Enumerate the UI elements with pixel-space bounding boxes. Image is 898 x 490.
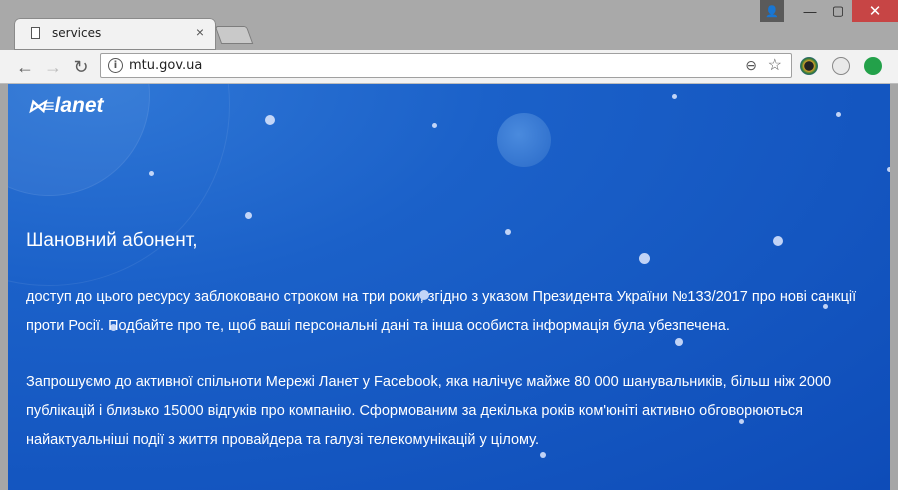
community-line-3: найактуальніші події з життя провайдера … [26, 432, 539, 448]
planet-graphic [497, 113, 551, 167]
star-dot [505, 229, 511, 235]
user-icon[interactable]: 👤 [760, 0, 784, 22]
browser-titlebar: services × 👤 — ▢ ✕ [0, 0, 898, 50]
info-icon[interactable]: i [108, 58, 123, 73]
lanet-logo-mark: ⋈≡ [28, 95, 54, 116]
extension-icon[interactable] [800, 57, 818, 75]
lanet-logo[interactable]: ⋈≡ lanet [28, 94, 104, 117]
maximize-button[interactable]: ▢ [824, 0, 852, 22]
star-dot [672, 94, 677, 99]
tab-title: services [52, 26, 102, 40]
page-content: ⋈≡ lanet Шановний абонент, доступ до цьо… [8, 84, 890, 490]
star-dot [887, 167, 890, 172]
notice-line-2: проти Росії. Подбайте про те, щоб ваші п… [26, 318, 730, 334]
star-dot [836, 112, 841, 117]
notice-paragraph: доступ до цього ресурсу заблоковано стро… [26, 283, 886, 341]
star-icon[interactable]: ☆ [768, 55, 782, 75]
star-dot [639, 253, 650, 264]
url-text[interactable]: mtu.gov.ua [129, 58, 202, 73]
new-tab-button[interactable] [214, 26, 254, 44]
window-controls: 👤 — ▢ ✕ [760, 0, 898, 22]
forward-icon[interactable]: → [42, 56, 64, 78]
notice-line-1: доступ до цього ресурсу заблоковано стро… [26, 289, 857, 305]
star-dot [432, 123, 437, 128]
star-dot [149, 171, 154, 176]
community-line-2: публікацій і близько 15000 відгуків про … [26, 403, 803, 419]
page-icon [31, 27, 40, 39]
lanet-logo-text: lanet [54, 94, 104, 117]
update-icon[interactable] [864, 57, 882, 75]
close-window-button[interactable]: ✕ [852, 0, 898, 22]
community-paragraph: Запрошуємо до активної спільноти Мережі … [26, 368, 886, 455]
browser-toolbar: ← → ↻ i mtu.gov.ua ⊖ ☆ [0, 50, 898, 84]
star-dot [773, 236, 783, 246]
star-dot [265, 115, 275, 125]
reload-icon[interactable]: ↻ [70, 56, 92, 78]
browser-tab[interactable]: services × [14, 18, 216, 50]
greeting-heading: Шановний абонент, [26, 230, 198, 251]
extension-icon[interactable] [832, 57, 850, 75]
address-bar[interactable]: i mtu.gov.ua ⊖ ☆ [100, 53, 792, 78]
star-dot [245, 212, 252, 219]
back-icon[interactable]: ← [14, 56, 36, 78]
zoom-icon[interactable]: ⊖ [745, 57, 757, 74]
community-line-1: Запрошуємо до активної спільноти Мережі … [26, 374, 832, 390]
close-tab-icon[interactable]: × [196, 24, 204, 40]
minimize-button[interactable]: — [796, 0, 824, 22]
